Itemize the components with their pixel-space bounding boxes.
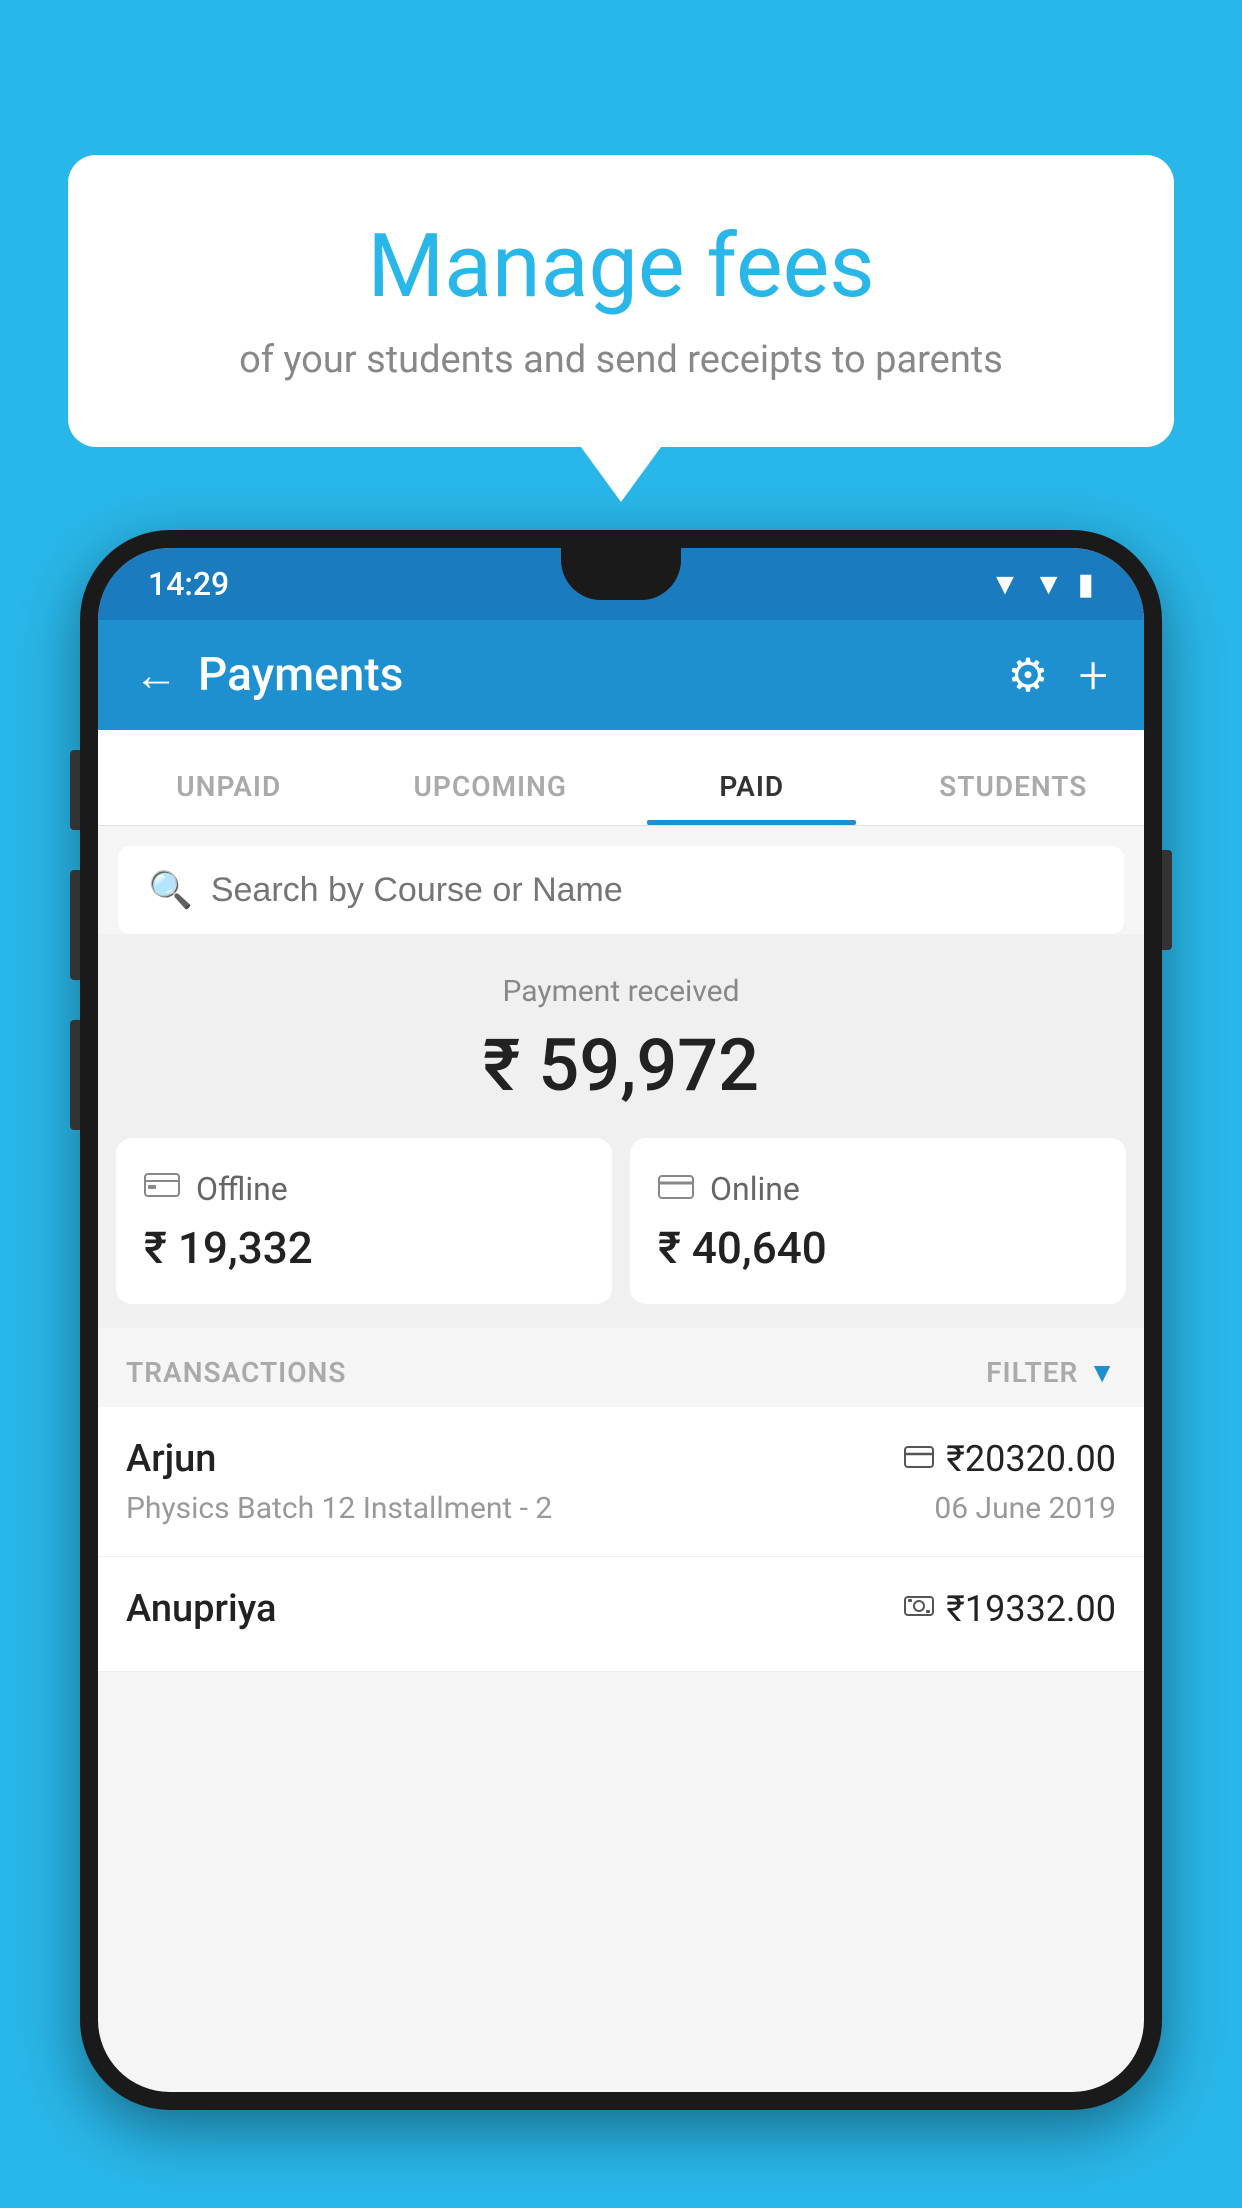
power-button [1162,850,1172,950]
speech-bubble-tail [581,447,661,502]
offline-icon [144,1168,180,1210]
add-button[interactable]: + [1079,645,1108,706]
page-title: Payments [198,648,403,702]
payment-amount: ₹ 59,972 [118,1023,1124,1108]
filter-area[interactable]: FILTER ▼ [986,1356,1116,1389]
app-bar-right: ⚙ + [1007,645,1108,706]
tab-students[interactable]: STUDENTS [883,770,1145,825]
status-icons: ▼ ▼ ▮ [990,567,1094,602]
online-card-top: Online [658,1168,1098,1210]
offline-card: Offline ₹ 19,332 [116,1138,612,1304]
app-bar-left: ← Payments [134,648,403,702]
tab-upcoming[interactable]: UPCOMING [360,770,622,825]
app-bar: ← Payments ⚙ + [98,620,1144,730]
online-icon [658,1168,694,1210]
phone-body: 14:29 ▼ ▼ ▮ ← Payments ⚙ + [80,530,1162,2110]
payment-received-label: Payment received [118,974,1124,1009]
phone-screen: 14:29 ▼ ▼ ▮ ← Payments ⚙ + [98,548,1144,2092]
wifi-icon: ▼ [990,567,1020,602]
notch [561,548,681,600]
transactions-label: TRANSACTIONS [126,1356,346,1389]
filter-icon: ▼ [1088,1356,1116,1389]
transaction-name: Anupriya [126,1587,276,1631]
speech-bubble-section: Manage fees of your students and send re… [68,155,1174,502]
phone-mockup: 14:29 ▼ ▼ ▮ ← Payments ⚙ + [80,530,1162,2208]
speech-bubble-subtitle: of your students and send receipts to pa… [138,338,1104,382]
status-bar: 14:29 ▼ ▼ ▮ [98,548,1144,620]
transaction-top: Anupriya ₹19332.00 [126,1587,1116,1631]
speech-bubble-title: Manage fees [138,215,1104,318]
settings-icon[interactable]: ⚙ [1007,648,1048,703]
mute-button [70,750,80,830]
volume-up-button [70,870,80,980]
offline-card-top: Offline [144,1168,584,1210]
transaction-bottom: Physics Batch 12 Installment - 2 06 June… [126,1491,1116,1526]
online-amount: ₹ 40,640 [658,1222,1098,1274]
transaction-amount: ₹20320.00 [946,1438,1116,1480]
battery-icon: ▮ [1077,567,1094,602]
speech-bubble: Manage fees of your students and send re… [68,155,1174,447]
tabs-bar: UNPAID UPCOMING PAID STUDENTS [98,730,1144,826]
tab-paid[interactable]: PAID [621,770,883,825]
payment-mode-icon [904,1442,934,1477]
search-icon: 🔍 [148,869,193,911]
transaction-amount-area: ₹20320.00 [904,1438,1116,1480]
search-input[interactable] [211,871,1094,910]
signal-icon: ▼ [1034,567,1064,602]
online-label: Online [710,1170,800,1208]
transaction-top: Arjun ₹20320.00 [126,1437,1116,1481]
payment-summary: Payment received ₹ 59,972 [98,934,1144,1138]
transaction-amount: ₹19332.00 [946,1588,1116,1630]
offline-label: Offline [196,1170,288,1208]
transaction-date: 06 June 2019 [934,1491,1116,1526]
transaction-course: Physics Batch 12 Installment - 2 [126,1491,552,1526]
search-bar[interactable]: 🔍 [118,846,1124,934]
transaction-amount-area: ₹19332.00 [904,1588,1116,1630]
transaction-row[interactable]: Anupriya ₹19332.00 [98,1557,1144,1672]
status-time: 14:29 [148,565,229,603]
transaction-row[interactable]: Arjun ₹20320.00 Physics Batch 12 Install… [98,1407,1144,1557]
online-card: Online ₹ 40,640 [630,1138,1126,1304]
back-button[interactable]: ← [134,649,178,701]
transaction-name: Arjun [126,1437,216,1481]
volume-down-button [70,1020,80,1130]
offline-amount: ₹ 19,332 [144,1222,584,1274]
filter-label: FILTER [986,1356,1078,1389]
tab-unpaid[interactable]: UNPAID [98,770,360,825]
payment-mode-icon-cash [904,1592,934,1627]
transactions-header: TRANSACTIONS FILTER ▼ [98,1328,1144,1407]
payment-cards: Offline ₹ 19,332 Online ₹ 4 [98,1138,1144,1328]
